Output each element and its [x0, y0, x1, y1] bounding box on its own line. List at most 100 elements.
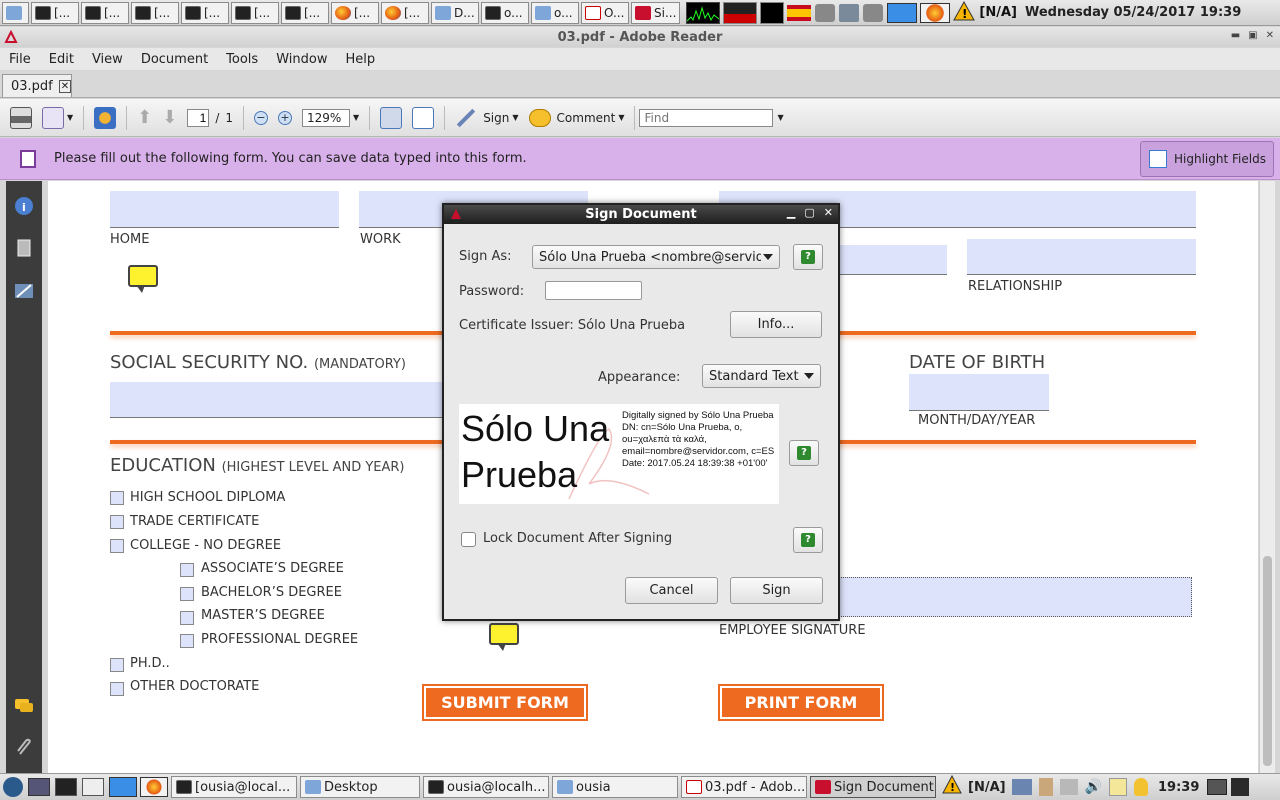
cpu-monitor-icon[interactable] — [686, 1, 721, 24]
menu-file[interactable]: File — [0, 52, 40, 67]
menu-document[interactable]: Document — [132, 52, 217, 67]
close-icon[interactable]: ✕ — [1266, 30, 1274, 41]
network-monitor-icon[interactable] — [760, 1, 785, 24]
pages-icon[interactable] — [14, 238, 34, 258]
close-tab-icon[interactable]: ✕ — [58, 79, 71, 93]
taskbar-button[interactable]: D... — [431, 1, 479, 24]
taskbar-button[interactable]: O... — [581, 1, 629, 24]
education-checkbox[interactable] — [110, 491, 124, 505]
highlight-fields-button[interactable]: Highlight Fields — [1140, 141, 1274, 177]
taskbar-button[interactable]: Sign Document — [810, 776, 936, 798]
document-tab[interactable]: 03.pdf ✕ — [2, 74, 72, 97]
password-input[interactable] — [545, 281, 642, 300]
relationship-field[interactable] — [967, 239, 1196, 275]
taskbar-button[interactable]: 03.pdf - Adob... — [681, 776, 807, 798]
menu-tools[interactable]: Tools — [217, 52, 267, 67]
education-checkbox[interactable] — [110, 682, 124, 696]
education-checkbox[interactable] — [180, 611, 194, 625]
education-checkbox[interactable] — [180, 634, 194, 648]
emergency-phone-field[interactable] — [840, 245, 947, 275]
submit-form-button[interactable]: SUBMIT FORM — [422, 684, 588, 721]
education-checkbox[interactable] — [180, 587, 194, 601]
previous-page-button[interactable]: ⬆ — [137, 107, 152, 128]
home-phone-field[interactable] — [110, 191, 339, 228]
network-icon[interactable] — [839, 3, 860, 22]
comments-icon[interactable] — [14, 696, 34, 716]
zoom-in-button[interactable]: + — [278, 110, 293, 125]
taskbar-button[interactable]: ousia — [552, 776, 678, 798]
printer-warning-icon[interactable] — [863, 3, 884, 22]
terminal-icon[interactable] — [55, 778, 77, 796]
zoom-out-button[interactable]: − — [254, 110, 269, 125]
share-button[interactable]: ▼ — [42, 106, 73, 129]
lightbulb-icon[interactable] — [1134, 778, 1149, 796]
menu-help[interactable]: Help — [336, 52, 384, 67]
taskbar-button[interactable]: [... — [131, 1, 179, 24]
taskbar-button[interactable]: [... — [81, 1, 129, 24]
flag-es-icon[interactable] — [787, 4, 812, 21]
taskbar-button[interactable]: Desktop — [300, 776, 420, 798]
taskbar-button[interactable]: Si... — [631, 1, 681, 24]
comment-note-icon[interactable] — [489, 623, 519, 651]
clipboard-icon[interactable] — [1038, 778, 1053, 796]
logout-icon[interactable] — [1231, 778, 1250, 796]
taskbar-button[interactable]: [... — [231, 1, 279, 24]
computer-icon[interactable] — [28, 778, 50, 796]
memory-monitor-icon[interactable] — [723, 1, 758, 24]
windows-icon[interactable] — [82, 778, 104, 796]
appearance-help-button[interactable]: ? — [789, 440, 819, 466]
dob-field[interactable] — [909, 374, 1049, 411]
taskbar-button[interactable]: [... — [331, 1, 379, 24]
education-checkbox[interactable] — [110, 515, 124, 529]
dialog-title-bar[interactable]: Sign Document ▁ ▢ ✕ — [444, 205, 838, 224]
menu-edit[interactable]: Edit — [40, 52, 83, 67]
taskbar-button[interactable]: [ousia@local... — [171, 776, 297, 798]
vertical-scrollbar[interactable] — [1259, 181, 1275, 773]
full-screen-button[interactable] — [412, 106, 435, 129]
lock-help-button[interactable]: ? — [793, 527, 823, 553]
find-input[interactable] — [639, 108, 774, 127]
taskbar-button[interactable]: ousia@localh... — [423, 776, 549, 798]
fit-page-button[interactable] — [380, 106, 403, 129]
sign-as-select[interactable]: Sólo Una Prueba <nombre@servidor.com> — [532, 245, 780, 269]
print-form-button[interactable]: PRINT FORM — [718, 684, 884, 721]
menu-window[interactable]: Window — [267, 52, 336, 67]
volume-icon[interactable]: 🔊 — [1085, 779, 1102, 795]
taskbar-button[interactable]: o... — [481, 1, 529, 24]
next-page-button[interactable]: ⬇ — [162, 107, 177, 128]
print-button[interactable] — [10, 106, 32, 129]
education-checkbox[interactable] — [110, 539, 124, 553]
employee-signature-field[interactable] — [839, 577, 1192, 617]
start-menu-icon[interactable] — [3, 777, 23, 797]
firefox-icon[interactable] — [920, 2, 951, 23]
notes-icon[interactable] — [1109, 778, 1128, 796]
ssn-field[interactable] — [110, 382, 444, 418]
education-checkbox[interactable] — [180, 563, 194, 577]
window-icon[interactable] — [109, 777, 137, 797]
close-icon[interactable]: ✕ — [824, 206, 833, 219]
cancel-button[interactable]: Cancel — [625, 577, 718, 604]
info-button[interactable]: Info... — [730, 311, 822, 338]
taskbar-button[interactable]: [... — [281, 1, 329, 24]
clock[interactable]: Wednesday 05/24/2017 19:39 — [1025, 5, 1241, 20]
taskbar-button[interactable]: [... — [381, 1, 429, 24]
taskbar-button[interactable]: o... — [531, 1, 579, 24]
printer-warning-icon[interactable] — [815, 3, 836, 22]
minimize-icon[interactable]: ▬ — [1231, 30, 1240, 41]
comment-note-icon[interactable] — [128, 265, 158, 293]
appearance-select[interactable]: Standard Text — [702, 364, 821, 388]
taskbar-button[interactable]: [... — [181, 1, 229, 24]
clock[interactable]: 19:39 — [1158, 780, 1199, 795]
minimize-icon[interactable]: ▁ — [787, 206, 795, 219]
network-icon[interactable] — [1011, 779, 1032, 795]
chevron-down-icon[interactable]: ▼ — [777, 113, 783, 122]
app-menu-button[interactable] — [2, 1, 29, 24]
education-checkbox[interactable] — [110, 658, 124, 672]
monitor-icon[interactable] — [1207, 779, 1228, 795]
taskbar-button[interactable]: [... — [31, 1, 79, 24]
sign-button[interactable]: Sign ▼ — [455, 108, 519, 127]
zoom-select[interactable]: 129% ▼ — [302, 108, 359, 127]
firefox-icon[interactable] — [140, 777, 168, 797]
sign-button[interactable]: Sign — [730, 577, 823, 604]
tools-button[interactable] — [94, 106, 117, 129]
